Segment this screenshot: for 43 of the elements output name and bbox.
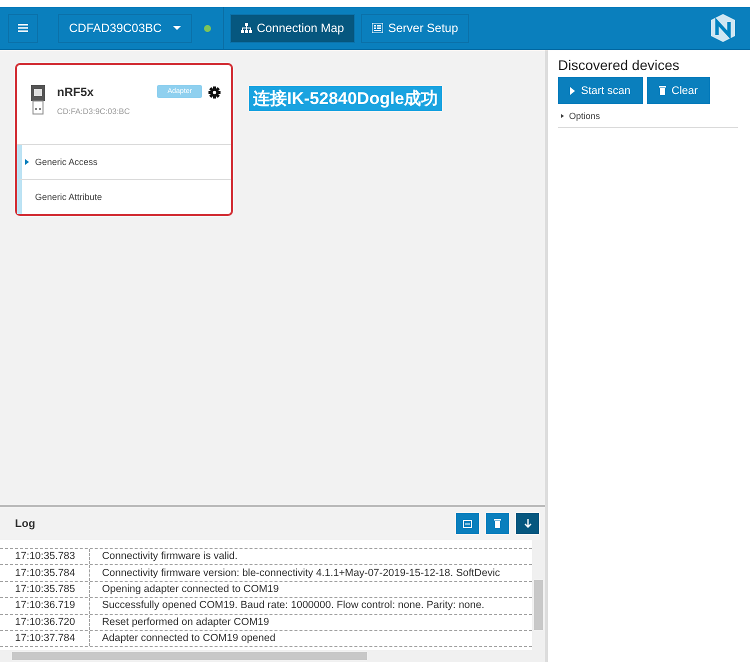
caret-icon — [172, 26, 181, 30]
log-message: Reset performed on adapter COM19 — [101, 616, 270, 628]
arrow-down-icon — [524, 519, 532, 528]
log-title: Log — [15, 518, 36, 530]
log-time: 17:10:36.720 — [0, 614, 90, 630]
menu-icon — [18, 24, 28, 32]
log-time: 17:10:36.719 — [0, 598, 90, 614]
nav-tab[interactable]: Server Setup — [361, 14, 470, 42]
scan-button[interactable]: Clear — [646, 77, 710, 104]
service-name: Generic Access — [35, 157, 98, 167]
service-row[interactable]: Generic Access — [17, 145, 231, 180]
file-icon — [463, 520, 472, 528]
panel-title: Discovered devices — [558, 57, 680, 73]
log-time: 17:10:37.784 — [0, 630, 90, 646]
caption-label: 连接IK-52840Dogle成功 — [249, 86, 442, 111]
log-time: 17:10:35.784 — [0, 565, 90, 581]
options-toggle[interactable]: Options — [558, 111, 740, 121]
log-time: 17:10:35.783 — [0, 549, 90, 564]
scroll-down-button[interactable] — [516, 513, 539, 534]
log-message: Connectivity firmware is valid. — [101, 551, 238, 562]
trash-icon — [494, 519, 501, 528]
usb-dongle-icon — [31, 85, 45, 115]
adapter-address: CD:FA:D3:9C:03:BC — [57, 107, 131, 116]
scan-button[interactable]: Start scan — [558, 77, 643, 104]
log-message: Adapter connected to COM19 opened — [101, 633, 276, 644]
play-icon — [570, 86, 575, 94]
log-message: Successfully opened COM19. Baud rate: 1000000. Flow control: none. Parity: none. — [101, 600, 484, 612]
settings-icon[interactable] — [208, 86, 221, 99]
service-name: Generic Attribute — [35, 192, 102, 202]
adapter-name: nRF5x — [57, 85, 95, 99]
log-message: Opening adapter connected to COM19 — [101, 584, 279, 595]
log-message: Connectivity firmware version: ble-connectivity 4.1.1+May-07-2019-15-12-18. SoftDevic — [101, 568, 500, 579]
logo-icon — [708, 14, 738, 42]
hierarchy-icon — [240, 23, 252, 33]
menu-button[interactable] — [8, 14, 38, 42]
log-time: 17:10:35.785 — [0, 582, 90, 598]
list-icon — [372, 23, 384, 33]
open-log-button[interactable] — [456, 513, 479, 534]
clear-log-button[interactable] — [486, 513, 509, 534]
nav-tab[interactable]: Connection Map — [230, 14, 356, 42]
device-dropdown[interactable]: CDFAD39C03BC — [58, 14, 192, 42]
trash-icon — [658, 86, 666, 95]
service-row[interactable]: Generic Attribute — [17, 180, 231, 214]
